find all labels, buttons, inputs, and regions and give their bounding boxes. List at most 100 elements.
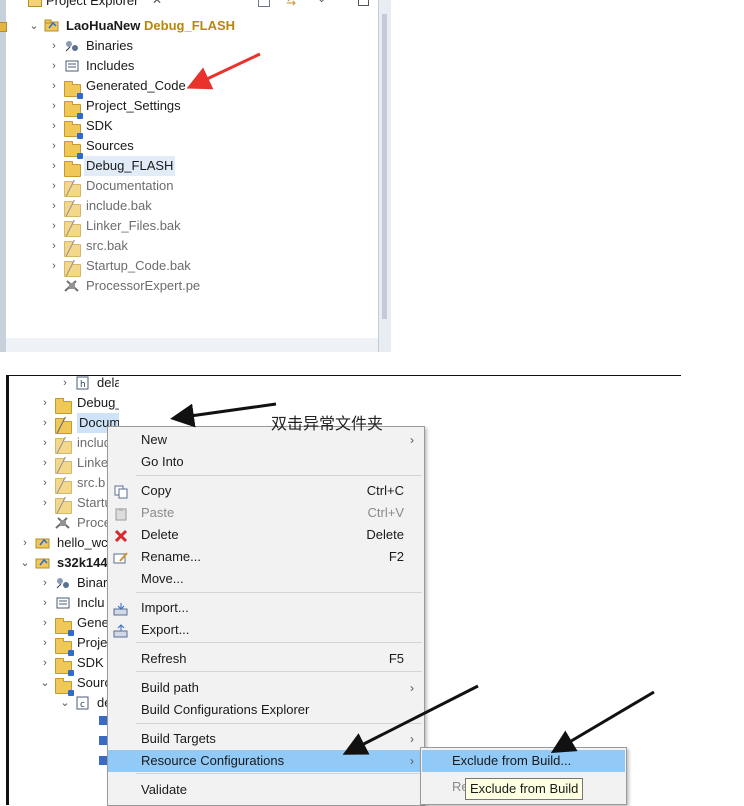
chevron-right-icon[interactable]: › <box>48 176 60 196</box>
menu-item-go-into[interactable]: Go Into <box>108 451 424 473</box>
tree-item[interactable]: ›include <box>9 433 119 454</box>
menu-item-build-configurations-explorer[interactable]: Build Configurations Explorer <box>108 699 424 721</box>
tree-item[interactable]: Proce <box>9 513 119 533</box>
horizontal-scrollbar[interactable] <box>6 338 378 352</box>
chevron-down-icon[interactable]: ⌄ <box>59 693 71 713</box>
chevron-right-icon[interactable]: › <box>39 593 51 613</box>
excluded-folder-icon <box>64 179 81 197</box>
chevron-right-icon[interactable]: › <box>59 376 71 393</box>
chevron-right-icon[interactable]: › <box>39 573 51 593</box>
chevron-right-icon[interactable]: › <box>48 76 60 96</box>
tree-item[interactable]: › Inclu <box>9 593 119 613</box>
chevron-right-icon[interactable]: › <box>39 413 51 433</box>
chevron-right-icon[interactable]: › <box>48 116 60 136</box>
tree-item-label: delay.h <box>97 376 119 390</box>
tree-item[interactable]: ⌄ Sourc <box>9 673 119 696</box>
svg-text:c: c <box>80 700 85 710</box>
tree-item[interactable]: › Generated_Code <box>6 76 376 99</box>
close-icon[interactable]: ✕ <box>152 0 162 7</box>
menu-item-label: Resource Configurations <box>141 753 285 768</box>
link-editor-icon[interactable]: ⇆ <box>286 0 296 8</box>
chevron-right-icon[interactable]: › <box>48 136 60 156</box>
vertical-scrollbar[interactable] <box>378 0 391 352</box>
tree-item[interactable]: › SDK <box>9 653 119 676</box>
tree-item[interactable]: › Sources <box>6 136 376 159</box>
view-header: Project Explorer ✕ ⇆ ⌄ <box>6 0 378 10</box>
tree-item[interactable]: › Debug_FLASH <box>9 393 119 414</box>
chevron-right-icon[interactable]: › <box>48 56 60 76</box>
tree-item[interactable]: › src.bak <box>6 236 376 257</box>
project-tree: ⌄ LaoHuaNew Debug_FLASH › Binaries › Includ… <box>6 10 380 352</box>
chevron-right-icon[interactable]: › <box>48 236 60 256</box>
tree-item[interactable]: › Gene <box>9 613 119 636</box>
menu-item-rename[interactable]: Rename... F2 <box>108 546 424 568</box>
tree-item[interactable]: ⌄ c de <box>9 693 119 713</box>
collapse-all-icon[interactable] <box>258 0 270 7</box>
tree-item[interactable]: ProcessorExpert.pe <box>6 276 376 296</box>
tree-item[interactable]: ›Documentation <box>9 413 119 434</box>
menu-item-resource-configurations[interactable]: Resource Configurations › <box>108 750 424 772</box>
chevron-right-icon[interactable]: › <box>39 393 51 413</box>
menu-item-label: Delete <box>141 527 179 542</box>
tree-item[interactable]: › SDK <box>6 116 376 139</box>
menu-item-refresh[interactable]: Refresh F5 <box>108 648 424 670</box>
menu-item-label: Rename... <box>141 549 201 564</box>
context-menu: New › Go Into Copy Ctrl+C Paste Ctrl+V Delete De… <box>107 426 425 806</box>
menu-item-export[interactable]: Export... <box>108 619 424 641</box>
chevron-right-icon[interactable]: › <box>39 433 51 453</box>
tree-item[interactable]: › include.bak <box>6 196 376 217</box>
tree-item[interactable]: › Linker_Files.bak <box>6 216 376 237</box>
chevron-right-icon[interactable]: › <box>39 613 51 633</box>
chevron-right-icon[interactable]: › <box>48 216 60 236</box>
tree-item[interactable]: › src.b <box>9 473 119 494</box>
chevron-right-icon[interactable]: › <box>48 196 60 216</box>
maximize-icon[interactable] <box>358 0 369 6</box>
chevron-right-icon[interactable]: › <box>39 453 51 473</box>
chevron-right-icon[interactable]: › <box>48 36 60 56</box>
chevron-right-icon[interactable]: › <box>39 473 51 493</box>
chevron-right-icon[interactable]: › <box>39 653 51 673</box>
binaries-icon <box>64 39 80 53</box>
tree-item[interactable]: › Includes <box>6 56 376 76</box>
tree-item[interactable]: › Startup_Code.bak <box>6 256 376 277</box>
project-row[interactable]: ⌄ LaoHuaNew Debug_FLASH <box>6 16 366 36</box>
menu-item-validate[interactable]: Validate <box>108 779 424 801</box>
menu-item-label: Copy <box>141 483 172 498</box>
tree-item[interactable]: ⌄ s32k144 <box>9 553 119 573</box>
chevron-right-icon[interactable]: › <box>19 533 31 553</box>
tree-item[interactable]: ›Documentation <box>6 176 376 197</box>
chevron-right-icon[interactable]: › <box>48 96 60 116</box>
tree-item[interactable]: › Project_Settings <box>6 96 376 119</box>
menu-item-move[interactable]: Move... <box>108 568 424 590</box>
menu-item-label: Build Targets <box>141 731 216 746</box>
menu-item-copy[interactable]: Copy Ctrl+C <box>108 480 424 502</box>
menu-item-label: Export... <box>141 622 190 637</box>
chevron-right-icon[interactable]: › <box>39 493 51 513</box>
tree-item[interactable]: › Debug_FLASH <box>6 156 376 177</box>
chevron-right-icon: › <box>410 433 414 447</box>
menu-item-import[interactable]: Import... <box>108 597 424 619</box>
tree-item[interactable]: › h delay.h <box>9 376 119 393</box>
tree-item[interactable]: › Binar <box>9 573 119 593</box>
menu-item-paste[interactable]: Paste Ctrl+V <box>108 502 424 524</box>
menu-separator <box>136 592 422 593</box>
scrollbar-thumb[interactable] <box>382 14 387 319</box>
tree-item[interactable]: › Linke <box>9 453 119 474</box>
chevron-right-icon[interactable]: › <box>48 156 60 176</box>
chevron-right-icon[interactable]: › <box>48 256 60 276</box>
chevron-right-icon[interactable]: › <box>39 633 51 653</box>
menu-item-build-path[interactable]: Build path › <box>108 677 424 699</box>
tree-item-label: ProcessorExpert.pe <box>86 278 201 293</box>
tree-item[interactable]: › Proje <box>9 633 119 656</box>
tree-item[interactable]: › hello_wc <box>9 533 119 553</box>
menu-item-delete[interactable]: Delete Delete <box>108 524 424 546</box>
paste-icon <box>113 506 129 521</box>
tree-item[interactable]: › Binaries <box>6 36 376 56</box>
view-menu-icon[interactable]: ⌄ <box>317 0 326 6</box>
tree-item[interactable]: ›Startu <box>9 493 119 514</box>
menu-item-exclude-from-build[interactable]: Exclude from Build... <box>422 750 625 772</box>
menu-item-build-targets[interactable]: Build Targets › <box>108 728 424 750</box>
chevron-down-icon[interactable]: ⌄ <box>28 16 40 36</box>
chevron-down-icon[interactable]: ⌄ <box>19 553 31 573</box>
chevron-down-icon[interactable]: ⌄ <box>39 673 51 693</box>
